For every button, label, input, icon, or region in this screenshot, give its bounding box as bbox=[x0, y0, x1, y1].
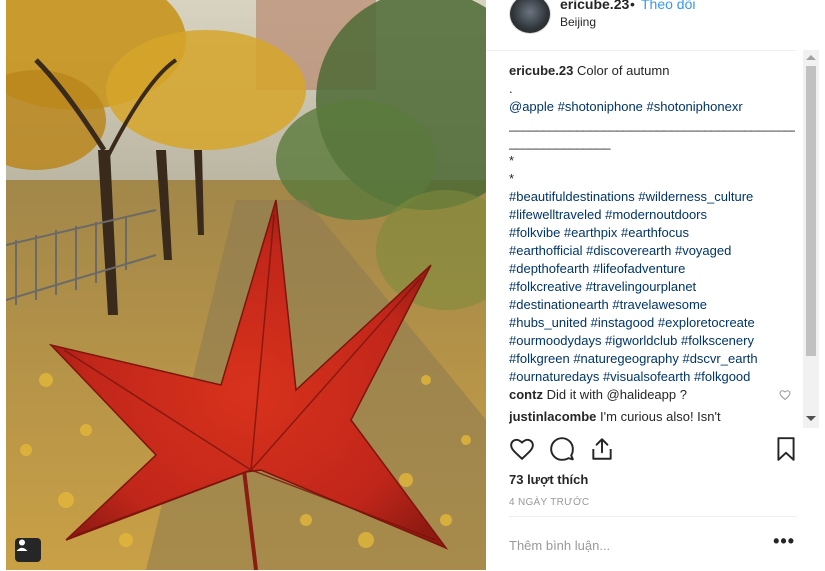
comment-text: I'm curious also! Isn't bbox=[600, 409, 721, 424]
scroll-thumb[interactable] bbox=[806, 66, 816, 356]
hashtag-line[interactable]: #ourmoodydays #igworldclub #folkscenery bbox=[509, 332, 795, 350]
heart-icon[interactable] bbox=[779, 389, 791, 401]
comment-item: justinlacombe I'm curious also! Isn't bbox=[509, 408, 795, 426]
hashtag-line[interactable]: #lifewelltraveled #modernoutdoors bbox=[509, 206, 795, 224]
caption-text: Color of autumn bbox=[576, 63, 670, 78]
hashtag-line[interactable]: #folkcreative #travelingourplanet bbox=[509, 278, 795, 296]
heart-icon[interactable] bbox=[509, 436, 535, 462]
separator-dot: • bbox=[630, 0, 635, 12]
avatar[interactable] bbox=[509, 0, 551, 34]
post-location[interactable]: Beijing bbox=[560, 15, 596, 29]
caption-mentions[interactable]: @apple #shotoniphone #shotoniphonexr bbox=[509, 98, 795, 116]
caption-username[interactable]: ericube.23 bbox=[509, 63, 573, 78]
user-tag-icon bbox=[16, 539, 28, 551]
bookmark-icon[interactable] bbox=[773, 436, 799, 462]
hashtag-line[interactable]: #ournaturedays #visualsofearth #folkgood bbox=[509, 368, 795, 386]
caption-separator: _______________ bbox=[509, 135, 610, 150]
post-photo[interactable] bbox=[6, 0, 486, 570]
caption-separator: ________________________________________… bbox=[509, 117, 795, 132]
scroll-up-arrow[interactable] bbox=[806, 55, 816, 60]
more-options-button[interactable]: ••• bbox=[773, 531, 795, 552]
caption-dot: . bbox=[509, 81, 513, 96]
follow-button[interactable]: Theo dõi bbox=[641, 0, 695, 12]
caption-star: * bbox=[509, 153, 515, 168]
post-header: ericube.23 • Theo dõi Beijing bbox=[486, 0, 796, 51]
hashtag-line[interactable]: #depthofearth #lifeofadventure bbox=[509, 260, 795, 278]
comment-username[interactable]: justinlacombe bbox=[509, 409, 596, 424]
comment-item: contz Did it with @halideapp ? bbox=[509, 386, 795, 404]
post-sidebar: ericube.23 • Theo dõi Beijing ericube.23… bbox=[486, 0, 825, 570]
scroll-down-arrow[interactable] bbox=[806, 416, 816, 421]
post-username[interactable]: ericube.23 bbox=[560, 0, 629, 12]
hashtag-line[interactable]: #hubs_united #instagood #exploretocreate bbox=[509, 314, 795, 332]
hashtag-line[interactable]: #folkgreen #naturegeography #dscvr_earth bbox=[509, 350, 795, 368]
hashtag-line[interactable]: #beautifuldestinations #wilderness_cultu… bbox=[509, 188, 795, 206]
caption-star: * bbox=[509, 171, 515, 186]
comment-text: Did it with @halideapp ? bbox=[546, 387, 687, 402]
autumn-leaf-image bbox=[6, 0, 486, 570]
tag-people-button[interactable] bbox=[15, 538, 41, 562]
comments-list[interactable]: ericube.23 Color of autumn . @apple #sho… bbox=[509, 62, 795, 428]
comment-username[interactable]: contz bbox=[509, 387, 543, 402]
hashtag-line[interactable]: #earthofficial #discoverearth #voyaged bbox=[509, 242, 795, 260]
comment-input[interactable] bbox=[509, 535, 749, 555]
hashtag-line[interactable]: #destinationearth #travelawesome bbox=[509, 296, 795, 314]
hashtag-line[interactable]: #folkvibe #earthpix #earthfocus bbox=[509, 224, 795, 242]
share-icon[interactable] bbox=[589, 436, 615, 462]
post-timestamp[interactable]: 4 NGÀY TRƯỚC bbox=[509, 497, 589, 508]
comments-scrollbar[interactable] bbox=[803, 50, 819, 428]
comment-box: ••• bbox=[509, 516, 797, 571]
action-bar bbox=[509, 436, 799, 464]
likes-count[interactable]: 73 lượt thích bbox=[509, 472, 588, 487]
caption-line: ericube.23 Color of autumn bbox=[509, 62, 795, 80]
comment-icon[interactable] bbox=[549, 436, 575, 462]
